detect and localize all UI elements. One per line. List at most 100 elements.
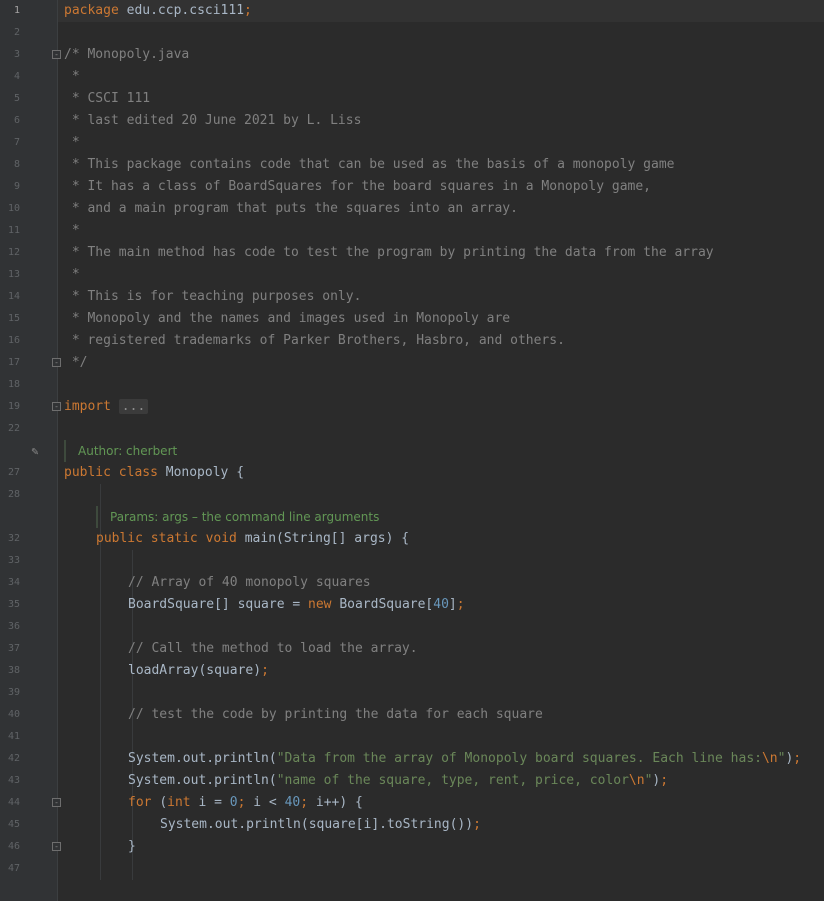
code-token: * last edited 20 June 2021 by L. Liss (64, 113, 362, 128)
code-token: * (64, 135, 80, 150)
code-line[interactable] (58, 682, 824, 704)
code-token: public static void (96, 531, 245, 546)
code-editor[interactable]: 1 2 3-4 5 6 7 8 9 10 11 12 13 14 15 16 17-18 19-22 ✎ 27 28 3… (0, 0, 824, 901)
code-token: ; (456, 597, 465, 612)
line-number: 8 (13, 159, 20, 170)
code-token: * It has a class of BoardSquares for the… (64, 179, 651, 194)
code-token: ; (261, 663, 269, 678)
code-token: "Data from the array of Monopoly board s… (276, 751, 762, 766)
folded-imports[interactable]: ... (118, 399, 149, 414)
line-number: 2 (13, 27, 20, 38)
line-number: 28 (7, 489, 20, 500)
code-line[interactable]: * This is for teaching purposes only. (58, 286, 824, 308)
code-line[interactable]: * CSCI 111 (58, 88, 824, 110)
code-token: i < (253, 795, 285, 810)
line-number: 44 (7, 797, 20, 808)
code-line[interactable]: * (58, 220, 824, 242)
code-token: } (128, 839, 136, 854)
code-line[interactable]: * registered trademarks of Parker Brothe… (58, 330, 824, 352)
line-number: 47 (7, 863, 20, 874)
code-token: \n (761, 751, 778, 766)
code-line[interactable]: * last edited 20 June 2021 by L. Liss (58, 110, 824, 132)
line-number: 9 (13, 181, 20, 192)
code-line[interactable]: for (int i = 0; i < 40; i++) { (58, 792, 824, 814)
code-line[interactable]: * It has a class of BoardSquares for the… (58, 176, 824, 198)
code-token: * This package contains code that can be… (64, 157, 675, 172)
line-number: 36 (7, 621, 20, 632)
code-line[interactable]: * (58, 264, 824, 286)
code-area[interactable]: package edu.ccp.csci111; /* Monopoly.java… (58, 0, 824, 901)
line-number: 32 (7, 533, 20, 544)
rendered-javadoc: Params: args – the command line argument… (96, 506, 379, 528)
code-line[interactable]: System.out.println("Data from the array … (58, 748, 824, 770)
code-token: ] (448, 597, 457, 612)
line-number: 12 (7, 247, 20, 258)
line-number: 19 (7, 401, 20, 412)
code-token: i++) { (315, 795, 363, 810)
code-token: // Call the method to load the array. (128, 641, 418, 656)
code-token: */ (64, 355, 88, 370)
code-line[interactable] (58, 418, 824, 440)
code-token: for (128, 795, 160, 810)
line-number: 34 (7, 577, 20, 588)
line-number: 33 (7, 555, 20, 566)
code-line[interactable]: // Array of 40 monopoly squares (58, 572, 824, 594)
line-number: 45 (7, 819, 20, 830)
code-line[interactable]: package edu.ccp.csci111; (58, 0, 824, 22)
code-line[interactable]: Author: cherbert (58, 440, 824, 462)
line-number: 6 (13, 115, 20, 126)
code-line[interactable]: System.out.println(square[i].toString())… (58, 814, 824, 836)
code-token: * The main method has code to test the p… (64, 245, 714, 260)
code-line[interactable] (58, 726, 824, 748)
code-line[interactable]: * and a main program that puts the squar… (58, 198, 824, 220)
code-token: int (167, 795, 199, 810)
code-line[interactable]: import ... (58, 396, 824, 418)
code-line[interactable] (58, 550, 824, 572)
code-token: BoardSquare[] square = (128, 597, 309, 612)
line-number: 13 (7, 269, 20, 280)
code-line[interactable]: * (58, 66, 824, 88)
code-line[interactable] (58, 858, 824, 880)
code-token: edu.ccp.csci111 (126, 3, 245, 18)
line-number: 10 (7, 203, 20, 214)
code-line[interactable]: loadArray(square); (58, 660, 824, 682)
code-token: ; (660, 773, 669, 788)
code-line[interactable]: * Monopoly and the names and images used… (58, 308, 824, 330)
code-line[interactable] (58, 374, 824, 396)
code-token: 0 (229, 795, 238, 810)
line-number: 42 (7, 753, 20, 764)
code-token: * Monopoly and the names and images used… (64, 311, 511, 326)
code-line[interactable]: System.out.println("name of the square, … (58, 770, 824, 792)
line-number: 38 (7, 665, 20, 676)
code-line[interactable]: } (58, 836, 824, 858)
code-line[interactable]: * This package contains code that can be… (58, 154, 824, 176)
code-token: // Array of 40 monopoly squares (128, 575, 371, 590)
code-line[interactable]: * The main method has code to test the p… (58, 242, 824, 264)
code-line[interactable] (58, 484, 824, 506)
code-token: * (64, 69, 80, 84)
code-token: System.out.println( (128, 773, 277, 788)
code-token: ; (473, 817, 481, 832)
code-line[interactable]: public static void main(String[] args) { (58, 528, 824, 550)
line-number-gutter[interactable]: 1 2 3-4 5 6 7 8 9 10 11 12 13 14 15 16 17-18 19-22 ✎ 27 28 3… (0, 0, 61, 901)
code-line[interactable]: public class Monopoly { (58, 462, 824, 484)
code-line[interactable]: // test the code by printing the data fo… (58, 704, 824, 726)
line-number: 15 (7, 313, 20, 324)
code-token: main(String[] args) { (244, 531, 410, 546)
code-token: // test the code by printing the data fo… (128, 707, 543, 722)
code-token: ; (237, 795, 254, 810)
line-number: 22 (7, 423, 20, 434)
code-line[interactable]: * (58, 132, 824, 154)
code-line[interactable]: /* Monopoly.java (58, 44, 824, 66)
code-line[interactable]: BoardSquare[] square = new BoardSquare[4… (58, 594, 824, 616)
code-token: import (64, 399, 119, 414)
code-line[interactable]: // Call the method to load the array. (58, 638, 824, 660)
code-token: * This is for teaching purposes only. (64, 289, 362, 304)
code-line[interactable]: Params: args – the command line argument… (58, 506, 824, 528)
code-line[interactable] (58, 22, 824, 44)
code-token: \n (628, 773, 645, 788)
code-line[interactable]: */ (58, 352, 824, 374)
line-number: 40 (7, 709, 20, 720)
edit-doc-icon[interactable]: ✎ (28, 444, 42, 458)
code-line[interactable] (58, 616, 824, 638)
